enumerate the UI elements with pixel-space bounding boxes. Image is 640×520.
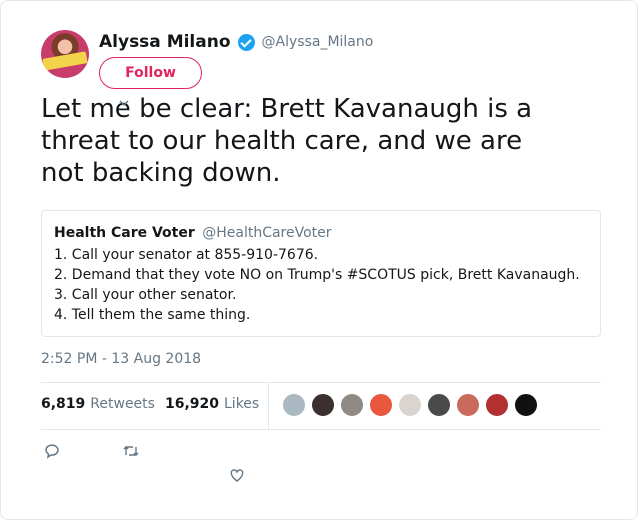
author-display-name[interactable]: Alyssa Milano: [99, 32, 231, 52]
divider: [41, 429, 601, 430]
liker-avatar[interactable]: [311, 393, 335, 417]
author-avatar[interactable]: [41, 30, 89, 78]
tweet-timestamp[interactable]: 2:52 PM - 13 Aug 2018: [41, 351, 201, 367]
reply-icon[interactable]: [43, 442, 61, 460]
liker-avatar[interactable]: [398, 393, 422, 417]
liker-avatar[interactable]: [456, 393, 480, 417]
retweets-label: Retweets: [90, 396, 155, 412]
divider: [41, 382, 601, 383]
liker-avatar[interactable]: [340, 393, 364, 417]
likes-stat[interactable]: 16,920 Likes: [165, 396, 259, 412]
liker-avatar[interactable]: [369, 393, 393, 417]
author-name-row: Alyssa Milano @Alyssa_Milano: [99, 32, 373, 52]
retweet-icon[interactable]: [122, 442, 140, 460]
quoted-tweet[interactable]: Health Care Voter @HealthCareVoter 1. Ca…: [41, 210, 601, 337]
tweet-text-line: not backing down.: [41, 158, 281, 188]
tweet-text-line: threat to our health care, and we are: [41, 126, 523, 156]
stats-divider: [268, 383, 269, 429]
quoted-author-handle: @HealthCareVoter: [202, 225, 332, 241]
tweet-stats: 6,819 Retweets 16,920 Likes: [41, 396, 269, 412]
avatar-badge: [42, 51, 88, 71]
quoted-author-name: Health Care Voter: [54, 225, 195, 241]
author-handle[interactable]: @Alyssa_Milano: [262, 34, 374, 50]
retweets-stat[interactable]: 6,819 Retweets: [41, 396, 155, 412]
tweet-card: Alyssa Milano @Alyssa_Milano Follow Let …: [0, 0, 638, 520]
quoted-tweet-line: 1. Call your senator at 855-910-7676.: [54, 247, 319, 263]
quoted-tweet-line: 3. Call your other senator.: [54, 287, 237, 303]
like-heart-icon[interactable]: [228, 466, 246, 484]
verified-badge-icon: [237, 33, 255, 51]
tweet-text-line: Let me be clear: Brett Kavanaugh is a: [41, 94, 533, 124]
liker-avatar[interactable]: [485, 393, 509, 417]
quoted-tweet-line: 4. Tell them the same thing.: [54, 307, 251, 323]
liker-avatar[interactable]: [282, 393, 306, 417]
likes-label: Likes: [224, 396, 260, 412]
retweets-count: 6,819: [41, 396, 86, 412]
likes-count: 16,920: [164, 396, 219, 412]
quoted-tweet-line: 2. Demand that they vote NO on Trump's #…: [54, 267, 580, 283]
liker-avatar[interactable]: [427, 393, 451, 417]
quoted-tweet-header: Health Care Voter @HealthCareVoter: [54, 225, 332, 241]
mouse-cursor-icon: [119, 100, 129, 106]
follow-button[interactable]: Follow: [99, 57, 202, 89]
liker-avatar[interactable]: [514, 393, 538, 417]
liker-avatars: [282, 393, 543, 417]
